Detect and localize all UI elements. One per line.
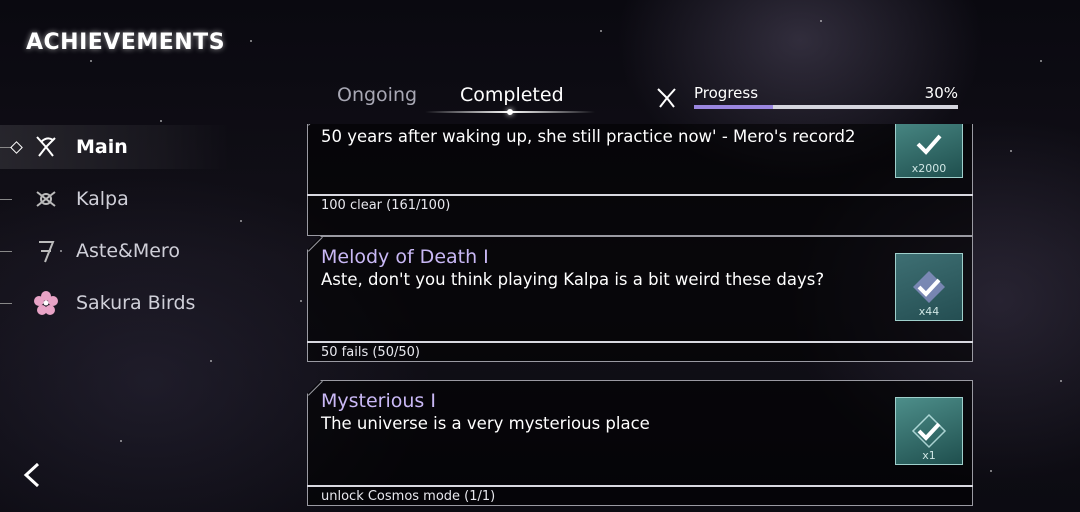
chevron-left-icon	[23, 462, 40, 488]
achievement-requirement: 50 fails (50/50)	[321, 345, 420, 360]
achievement-description: Aste, don't you think playing Kalpa is a…	[321, 270, 825, 289]
achievement-card[interactable]: Melody of Death I Aste, don't you think …	[307, 236, 973, 364]
reward-count: x2000	[911, 162, 947, 175]
divider	[0, 199, 12, 200]
kalpa-icon	[32, 185, 60, 213]
tab-bar: Ongoing Completed	[310, 84, 600, 116]
sidebar-item-main[interactable]: Main	[0, 125, 230, 169]
sidebar: Main Kalpa Aste&Mero Sakura Birds	[0, 125, 230, 333]
progress-percent: 30%	[924, 84, 958, 102]
achievement-requirement: unlock Cosmos mode (1/1)	[321, 489, 496, 504]
tab-ongoing[interactable]: Ongoing	[337, 84, 417, 106]
achievement-card[interactable]: 50 years after waking up, she still prac…	[307, 124, 973, 238]
achievement-card[interactable]: Mysterious I The universe is a very myst…	[307, 380, 973, 508]
sidebar-item-kalpa[interactable]: Kalpa	[0, 177, 230, 221]
tab-indicator	[507, 109, 513, 115]
page-title: ACHIEVEMENTS	[26, 30, 226, 55]
card-footer: 50 fails (50/50)	[307, 341, 973, 365]
achievement-description: 50 years after waking up, she still prac…	[321, 127, 856, 146]
sidebar-item-aste-mero[interactable]: Aste&Mero	[0, 229, 230, 273]
sidebar-item-label: Aste&Mero	[76, 240, 180, 262]
reward-badge: x1	[895, 397, 963, 465]
sakura-icon	[32, 289, 60, 317]
checkmark-icon	[916, 134, 942, 155]
back-button[interactable]	[20, 460, 46, 490]
reward-badge: x2000	[895, 124, 963, 178]
sidebar-item-sakura-birds[interactable]: Sakura Birds	[0, 281, 230, 325]
diamond-check-icon	[911, 413, 947, 449]
diamond-check-icon	[913, 271, 945, 303]
sidebar-item-label: Sakura Birds	[76, 292, 196, 314]
divider	[0, 251, 12, 252]
progress-label: Progress	[694, 84, 759, 102]
achievement-name: Melody of Death I	[321, 246, 489, 268]
progress-fill	[694, 105, 774, 109]
divider	[0, 303, 12, 304]
butterfly-icon	[655, 86, 679, 110]
card-footer: unlock Cosmos mode (1/1)	[307, 485, 973, 509]
sidebar-item-label: Kalpa	[76, 188, 129, 210]
tab-completed[interactable]: Completed	[460, 84, 564, 106]
selected-marker-icon	[10, 141, 23, 154]
reward-count: x44	[918, 305, 940, 318]
achievement-list[interactable]: 50 years after waking up, she still prac…	[307, 124, 975, 512]
sidebar-item-label: Main	[76, 136, 128, 158]
card-footer: 100 clear (161/100)	[307, 194, 973, 218]
reward-badge: x44	[895, 253, 963, 321]
butterfly-icon	[32, 133, 60, 161]
achievement-name: Mysterious I	[321, 390, 436, 412]
achievement-requirement: 100 clear (161/100)	[321, 198, 451, 213]
seven-icon	[32, 237, 60, 265]
achievement-description: The universe is a very mysterious place	[321, 414, 650, 433]
progress-bar	[694, 105, 958, 109]
reward-count: x1	[922, 449, 936, 462]
